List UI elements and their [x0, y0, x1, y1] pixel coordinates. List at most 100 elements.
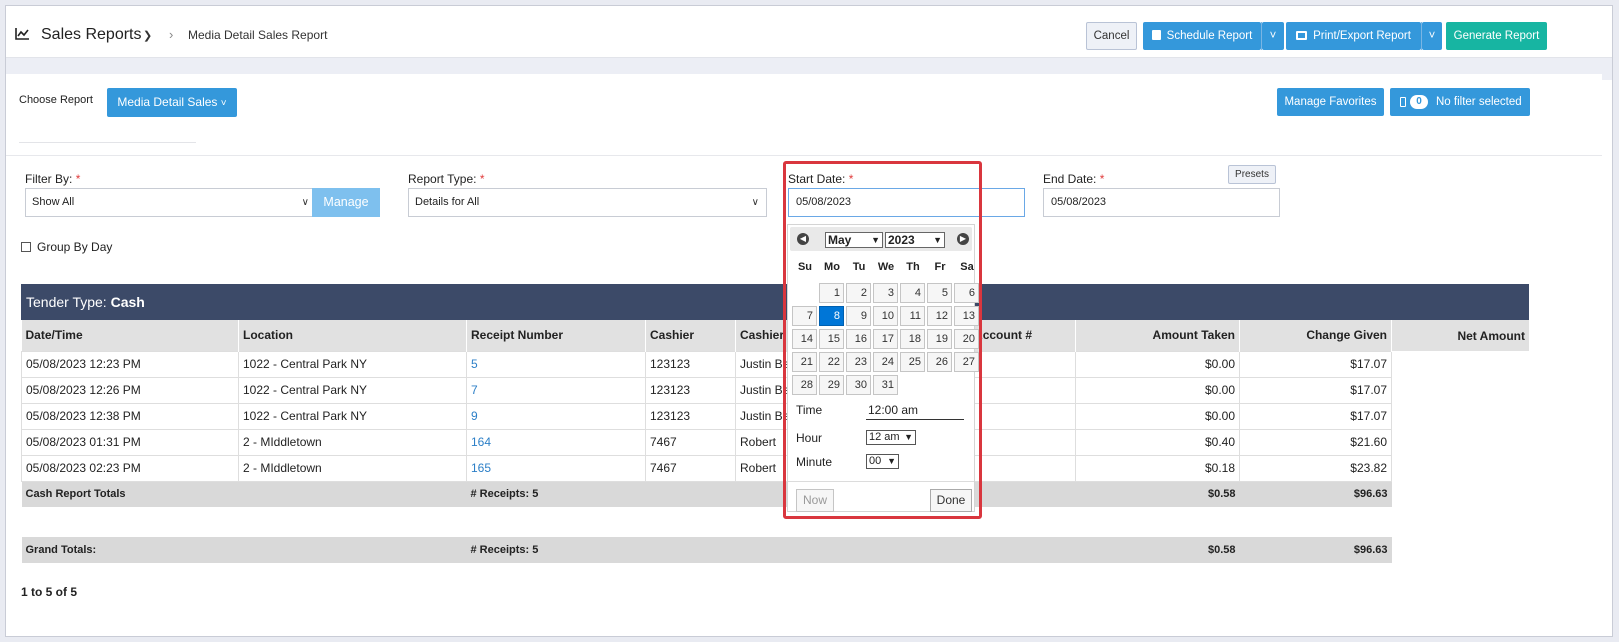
cell-location: 2 - MIddletown — [238, 428, 467, 456]
chevron-down-icon: ˅ — [220, 98, 227, 109]
choose-report-value: Media Detail Sales — [117, 95, 218, 109]
top-bar: Sales Reports ❯ › Media Detail Sales Rep… — [6, 6, 1612, 58]
cell-receipt[interactable]: 164 — [466, 428, 646, 456]
filter-status-label: No filter selected — [1436, 96, 1522, 108]
schedule-report-button[interactable]: Schedule Report — [1143, 22, 1261, 50]
cell-date: 05/08/2023 12:23 PM — [21, 350, 239, 378]
filter-status-button[interactable]: 0 No filter selected — [1390, 88, 1530, 116]
chevron-down-icon: ˅ — [1428, 30, 1436, 42]
page-title[interactable]: Sales Reports — [41, 26, 142, 44]
filter-icon — [1400, 97, 1406, 107]
cell-change: $0.00 — [1075, 376, 1240, 404]
printer-icon — [1296, 31, 1308, 40]
cell-cashier: 123123 — [645, 402, 736, 430]
cell-net: $17.07 — [1239, 376, 1392, 404]
chevron-down-icon: ˅ — [1269, 30, 1277, 42]
report-type-select[interactable]: Details for All ∨ — [408, 188, 767, 217]
schedule-report-label: Schedule Report — [1166, 30, 1253, 42]
table-row: 05/08/2023 12:26 PM 1022 - Central Park N… — [21, 376, 1530, 404]
column-header[interactable]: Amount Taken — [1075, 320, 1240, 351]
group-by-day-checkbox[interactable] — [21, 242, 31, 252]
choose-report-dropdown[interactable]: Media Detail Sales ˅ — [107, 88, 237, 117]
cell-receipt[interactable]: 165 — [466, 454, 646, 482]
column-header[interactable]: Cashier — [645, 320, 736, 351]
tender-type-value: Cash — [110, 294, 145, 310]
cancel-button[interactable]: Cancel — [1086, 22, 1137, 50]
column-header[interactable]: Date/Time — [21, 320, 239, 351]
cell-net: $23.82 — [1239, 454, 1392, 482]
cell-net: $17.07 — [1239, 350, 1392, 378]
table-header-row: Date/Time Location Receipt Number Cashie… — [21, 320, 1530, 351]
chart-line-icon — [15, 28, 29, 40]
cell-cashier: 123123 — [645, 376, 736, 404]
cell-date: 05/08/2023 01:31 PM — [21, 428, 239, 456]
print-dropdown-button[interactable]: ˅ — [1422, 22, 1442, 50]
column-header[interactable]: Location — [238, 320, 467, 351]
cell-date: 05/08/2023 12:38 PM — [21, 402, 239, 430]
cell-date: 05/08/2023 12:26 PM — [21, 376, 239, 404]
table-row: 05/08/2023 12:38 PM 1022 - Central Park N… — [21, 402, 1530, 430]
print-export-label: Print/Export Report — [1313, 30, 1411, 42]
breadcrumb: Media Detail Sales Report — [188, 28, 328, 42]
total-receipts: # Receipts: 5 — [466, 481, 646, 507]
chevron-down-icon: ∨ — [751, 197, 759, 208]
end-date-label: End Date: * — [1043, 172, 1105, 186]
filter-count-badge: 0 — [1410, 95, 1428, 109]
chevron-right-icon: › — [169, 27, 174, 42]
pagination-info: 1 to 5 of 5 — [21, 585, 78, 599]
chevron-down-icon[interactable]: ❯ — [143, 29, 152, 42]
column-header[interactable]: Receipt Number — [466, 320, 646, 351]
cell-location: 1022 - Central Park NY — [238, 376, 467, 404]
filter-by-label: Filter By: * — [25, 172, 81, 186]
column-header[interactable]: Net Amount — [1391, 320, 1530, 351]
tender-type-header: Tender Type: Cash — [21, 284, 1529, 320]
table-row: 05/08/2023 02:23 PM 2 - MIddletown 165 7467… — [21, 454, 1530, 482]
grand-totals-row: Grand Totals:# Receipts: 5$97.21$0.58$96… — [21, 537, 1530, 563]
generate-report-button[interactable]: Generate Report — [1446, 22, 1547, 50]
report-type-label: Report Type: * — [408, 172, 485, 186]
schedule-dropdown-button[interactable]: ˅ — [1262, 22, 1284, 50]
cell-receipt[interactable]: 9 — [466, 402, 646, 430]
report-type-value: Details for All — [415, 196, 480, 208]
total-label: Cash Report Totals — [21, 481, 239, 507]
cell-cashier: 7467 — [645, 428, 736, 456]
total-net: $96.63 — [1239, 481, 1392, 507]
column-header[interactable]: Change Given — [1239, 320, 1392, 351]
table-row: 05/08/2023 01:31 PM 2 - MIddletown 164 7467… — [21, 428, 1530, 456]
cell-receipt[interactable]: 7 — [466, 376, 646, 404]
report-table: Tender Type: Cash Date/Time Location Rec… — [21, 284, 1530, 563]
cell-change: $0.00 — [1075, 350, 1240, 378]
divider — [6, 155, 1602, 156]
calendar-icon — [1151, 30, 1161, 40]
cell-change: $0.18 — [1075, 454, 1240, 482]
print-export-button[interactable]: Print/Export Report — [1286, 22, 1421, 50]
cell-cashier: 7467 — [645, 454, 736, 482]
highlight-box — [783, 161, 982, 519]
filter-by-value: Show All — [32, 196, 75, 208]
cell-receipt[interactable]: 5 — [466, 350, 646, 378]
end-date-input[interactable]: 05/08/2023 — [1043, 188, 1280, 217]
chevron-down-icon: ∨ — [301, 197, 309, 208]
table-row: 05/08/2023 12:23 PM 1022 - Central Park N… — [21, 350, 1530, 378]
cell-location: 2 - MIddletown — [238, 454, 467, 482]
cell-net: $21.60 — [1239, 428, 1392, 456]
cell-change: $0.00 — [1075, 402, 1240, 430]
divider — [19, 142, 196, 143]
manage-button[interactable]: Manage — [312, 188, 380, 217]
choose-report-label: Choose Report — [19, 94, 93, 106]
total-receipts: # Receipts: 5 — [466, 537, 646, 563]
cell-location: 1022 - Central Park NY — [238, 350, 467, 378]
total-change: $0.58 — [1075, 481, 1240, 507]
cell-cashier: 123123 — [645, 350, 736, 378]
total-change: $0.58 — [1075, 537, 1240, 563]
filter-by-select[interactable]: Show All ∨ — [25, 188, 317, 217]
cell-location: 1022 - Central Park NY — [238, 402, 467, 430]
group-by-day-label: Group By Day — [37, 240, 113, 254]
total-label: Grand Totals: — [21, 537, 239, 563]
cell-change: $0.40 — [1075, 428, 1240, 456]
cell-net: $17.07 — [1239, 402, 1392, 430]
cash-totals-row: Cash Report Totals# Receipts: 5$97.21$0.… — [21, 481, 1530, 507]
manage-favorites-button[interactable]: Manage Favorites — [1277, 88, 1384, 116]
presets-button[interactable]: Presets — [1228, 165, 1276, 184]
cell-date: 05/08/2023 02:23 PM — [21, 454, 239, 482]
